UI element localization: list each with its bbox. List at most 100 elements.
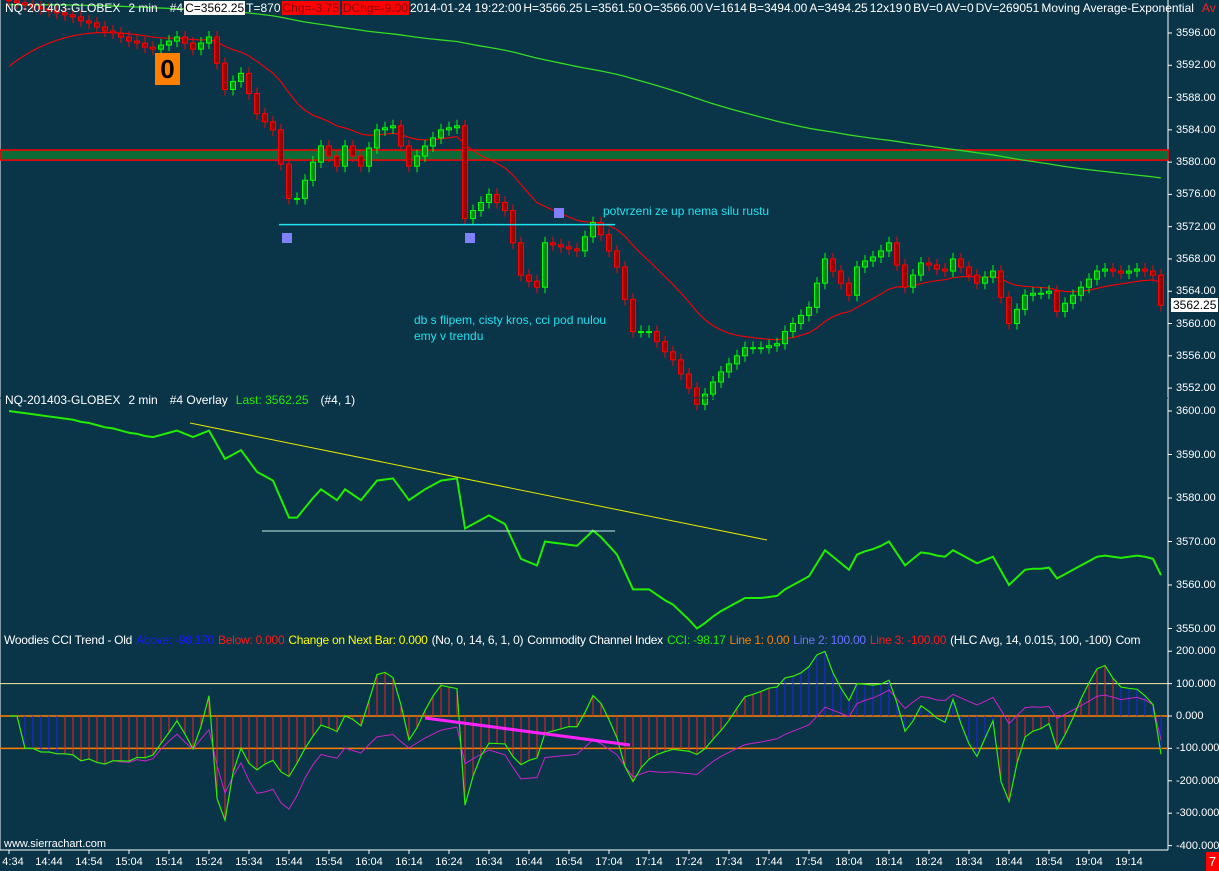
candle <box>870 250 876 268</box>
time-tick-label: 18:14 <box>875 856 903 868</box>
candle-body <box>934 264 940 270</box>
symbol: NQ-201403-GLOBEX <box>5 1 121 15</box>
price-tick-label: 3556.00 <box>1176 349 1216 362</box>
candle-body <box>1094 270 1100 280</box>
candle-body <box>670 351 676 361</box>
chart-canvas[interactable] <box>0 0 1219 871</box>
candle-body <box>686 373 692 389</box>
sierra-chart-window: NQ-201403-GLOBEX 2 min #4 C=3562.25 T=87… <box>0 0 1219 871</box>
candle <box>662 335 668 358</box>
candle <box>782 325 788 350</box>
candle <box>974 269 980 290</box>
study-ema-name[interactable]: Moving Average-Exponential <box>1040 1 1195 15</box>
candle <box>286 158 292 205</box>
daily-change-value: DChg=-9.00 <box>341 1 409 15</box>
time-tick-label: 17:54 <box>795 856 823 868</box>
candle-body <box>654 331 660 343</box>
candle-body <box>374 129 380 149</box>
candle <box>1150 265 1156 282</box>
bid-value: B=3494.00 <box>748 1 808 15</box>
candle-body <box>286 163 292 199</box>
candle <box>990 265 996 284</box>
candle <box>254 87 260 120</box>
candle-body <box>198 42 204 50</box>
candle <box>862 254 868 274</box>
candle <box>958 252 964 274</box>
candle-body <box>734 355 740 365</box>
time-tick-label: 17:04 <box>595 856 623 868</box>
candle <box>366 141 372 173</box>
candle-body <box>814 282 820 308</box>
time-tick-label: 16:34 <box>475 856 503 868</box>
cci-tick-label: -100.000 <box>1176 742 1219 755</box>
candle-body <box>542 242 548 288</box>
candle-body <box>358 155 364 167</box>
time-tick-label: 17:24 <box>675 856 703 868</box>
candle <box>806 301 812 322</box>
candle-body <box>230 80 236 90</box>
candle <box>878 244 884 263</box>
time-tick-label: 15:14 <box>155 856 183 868</box>
candle-body <box>430 137 436 147</box>
candle-body <box>606 234 612 252</box>
cci-panel[interactable] <box>0 650 1168 823</box>
candle <box>566 240 572 255</box>
overlay-name[interactable]: #4 Overlay <box>169 393 229 407</box>
candle <box>1118 265 1124 280</box>
time-tick-label: 15:54 <box>315 856 343 868</box>
price-tick-label: 3580.00 <box>1176 156 1216 169</box>
candle-body <box>526 274 532 282</box>
cci-tick-label: -400.000 <box>1176 839 1219 852</box>
woodies-name[interactable]: Woodies CCI Trend - Old <box>4 633 132 647</box>
candle <box>582 230 588 257</box>
price-tick-label: 3572.00 <box>1176 220 1216 233</box>
sierrachart-link[interactable]: www.sierrachart.com <box>4 838 106 850</box>
change-value: Chg=-3.75 <box>281 1 340 15</box>
candle-body <box>174 36 180 42</box>
close-value: C=3562.25 <box>184 1 246 15</box>
candle-body <box>854 266 860 296</box>
candle-body <box>382 127 388 131</box>
candle-body <box>998 270 1004 298</box>
time-tick-label: 19:04 <box>1075 856 1103 868</box>
candle-body <box>206 36 212 44</box>
candle <box>86 14 92 29</box>
candle-body <box>398 125 404 147</box>
cci-slow-line <box>9 689 1162 810</box>
candle-body <box>1046 290 1052 294</box>
candle <box>206 30 212 50</box>
candle-body <box>902 264 908 288</box>
candle-body <box>894 242 900 266</box>
candle-body <box>638 331 644 334</box>
overlay-panel[interactable] <box>0 397 1168 630</box>
candle <box>718 365 724 389</box>
candle-body <box>1054 290 1060 312</box>
signal-marker <box>282 233 292 243</box>
candle-body <box>142 42 148 48</box>
candle <box>742 341 748 362</box>
cci-name[interactable]: Commodity Channel Index <box>527 633 663 647</box>
candle <box>766 339 772 354</box>
time-tick-label: 16:24 <box>435 856 463 868</box>
price-tick-label: 3568.00 <box>1176 252 1216 265</box>
candle <box>494 188 500 209</box>
candle <box>790 317 796 338</box>
cci-line3: Line 3: -100.00 <box>869 633 947 647</box>
annotation-db-line1: db s flipem, cisty kros, cci pod nulou <box>414 313 607 327</box>
last-price-label: 3562.25 <box>1171 298 1219 312</box>
candle-body <box>278 129 284 165</box>
study-average-name[interactable]: Av <box>1201 1 1217 15</box>
candle-body <box>78 16 84 22</box>
time-tick-label: 17:14 <box>635 856 663 868</box>
candle-body <box>974 274 980 284</box>
candle-body <box>702 393 708 405</box>
candle-body <box>534 280 540 288</box>
candle <box>854 260 860 302</box>
candle-body <box>798 314 804 325</box>
time-tick-label: 18:34 <box>955 856 983 868</box>
candle <box>342 139 348 173</box>
candle <box>1110 262 1116 278</box>
alert-badge[interactable]: 7 <box>1206 852 1219 871</box>
candle <box>1078 281 1084 302</box>
candle-body <box>510 210 516 244</box>
